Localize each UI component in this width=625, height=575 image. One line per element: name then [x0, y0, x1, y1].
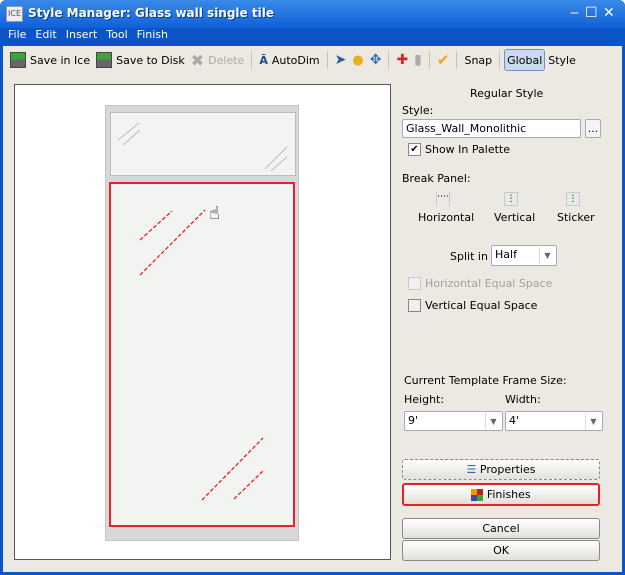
finishes-label: Finishes: [486, 488, 531, 501]
save-to-disk-label: Save to Disk: [116, 53, 185, 67]
separator: [388, 51, 390, 69]
width-value: 4': [509, 414, 520, 427]
drawing-canvas[interactable]: ☝: [14, 84, 391, 560]
height-value: 9': [408, 414, 419, 427]
break-horizontal-option[interactable]: Horizontal: [418, 211, 474, 224]
frame-size-label: Current Template Frame Size:: [404, 374, 567, 387]
client-area: Save in Ice Save to Disk ✖ Delete Ā AutoDi…: [3, 46, 622, 572]
menu-finish[interactable]: Finish: [137, 28, 168, 42]
horizontal-equal-space-label: Horizontal Equal Space: [425, 277, 553, 290]
horizontal-equal-space-checkbox[interactable]: [408, 277, 421, 290]
move-icon: ✥: [369, 52, 382, 68]
vertical-break-icon[interactable]: ⋮: [504, 192, 518, 206]
separator: [326, 51, 328, 69]
split-in-dropdown[interactable]: Half ▼: [491, 245, 557, 266]
sticker-break-icon[interactable]: ⋮: [566, 192, 580, 206]
save-icon: [10, 52, 26, 68]
properties-button[interactable]: ☰ Properties: [402, 459, 600, 480]
toolbar: Save in Ice Save to Disk ✖ Delete Ā AutoDi…: [3, 48, 622, 72]
separator: [428, 51, 430, 69]
style-label: Style:: [402, 104, 434, 117]
ok-button[interactable]: OK: [402, 540, 600, 561]
vertical-equal-space-label: Vertical Equal Space: [425, 299, 538, 312]
autodim-icon: Ā: [259, 53, 268, 67]
width-dropdown[interactable]: 4' ▼: [505, 411, 603, 431]
separator: [499, 51, 501, 69]
menu-edit[interactable]: Edit: [35, 28, 56, 42]
autodim-button[interactable]: Ā AutoDim: [256, 49, 322, 71]
properties-label: Properties: [479, 463, 536, 476]
height-label: Height:: [404, 393, 445, 406]
delete-icon: ✖: [190, 50, 205, 70]
save-in-ice-button[interactable]: Save in Ice: [7, 49, 93, 71]
window: ICE Style Manager: Glass wall single til…: [0, 0, 625, 575]
save-in-ice-label: Save in Ice: [30, 53, 91, 67]
horizontal-break-icon[interactable]: ····: [436, 192, 450, 206]
chevron-down-icon: ▼: [485, 413, 501, 430]
window-title: Style Manager: Glass wall single tile: [28, 6, 274, 20]
height-dropdown[interactable]: 9' ▼: [404, 411, 503, 431]
close-button[interactable]: ✕: [603, 5, 615, 21]
delete-button[interactable]: ✖ Delete: [188, 49, 248, 71]
show-in-palette-label: Show In Palette: [425, 143, 510, 156]
chevron-down-icon: ▼: [585, 413, 601, 430]
maximize-button[interactable]: ☐: [585, 5, 598, 21]
panel-heading: Regular Style: [470, 87, 544, 100]
separator: [456, 51, 458, 69]
style-browse-button[interactable]: ...: [585, 119, 601, 138]
menu-insert[interactable]: Insert: [66, 28, 98, 42]
vertical-equal-space-checkbox[interactable]: [408, 299, 421, 312]
glass-reflection-lines: [117, 122, 288, 501]
global-toggle[interactable]: Global: [504, 49, 546, 71]
chevron-down-icon: ▼: [539, 247, 555, 264]
save-to-disk-button[interactable]: Save to Disk: [93, 49, 188, 71]
menu-bar: File Edit Insert Tool Finish: [3, 28, 622, 44]
color-grid-icon: [471, 489, 484, 501]
menu-tool[interactable]: Tool: [106, 28, 127, 42]
break-panel-label: Break Panel:: [402, 172, 471, 185]
menu-file[interactable]: File: [8, 28, 26, 42]
width-label: Width:: [505, 393, 541, 406]
add-panel-icon: ✚: [396, 52, 409, 68]
panel-dim-icon: ▮: [414, 52, 422, 68]
zoom-tool-button[interactable]: ●: [349, 49, 366, 71]
separator: [251, 51, 253, 69]
style-toggle[interactable]: Style: [545, 49, 579, 71]
title-bar[interactable]: ICE Style Manager: Glass wall single til…: [0, 0, 625, 28]
save-disk-icon: [96, 52, 113, 68]
snap-button[interactable]: Snap: [461, 49, 495, 71]
break-vertical-option[interactable]: Vertical: [494, 211, 535, 224]
show-in-palette-checkbox[interactable]: ✔: [408, 143, 421, 156]
delete-label: Delete: [208, 53, 245, 67]
autodim-label: AutoDim: [271, 53, 320, 67]
hand-cursor-icon: ☝: [209, 203, 220, 224]
checkmark-icon: ✔: [436, 51, 450, 69]
style-field[interactable]: Glass_Wall_Monolithic: [402, 119, 581, 138]
add-panel-button[interactable]: ✚: [393, 49, 411, 71]
magnifier-icon: ●: [352, 52, 364, 68]
select-tool-button[interactable]: ➤: [332, 49, 350, 71]
check-button[interactable]: ✔: [434, 49, 453, 71]
pointer-icon: ➤: [334, 52, 347, 68]
app-icon: ICE: [6, 6, 23, 22]
finishes-button[interactable]: Finishes: [402, 483, 600, 506]
break-sticker-option[interactable]: Sticker: [557, 211, 595, 224]
list-icon: ☰: [466, 463, 477, 476]
panel-dim-button[interactable]: ▮: [411, 49, 425, 71]
cancel-button[interactable]: Cancel: [402, 518, 600, 539]
split-in-label: Split in: [450, 250, 488, 263]
split-in-value: Half: [495, 248, 517, 261]
pan-tool-button[interactable]: ✥: [367, 49, 385, 71]
minimize-button[interactable]: ‒: [570, 5, 579, 21]
